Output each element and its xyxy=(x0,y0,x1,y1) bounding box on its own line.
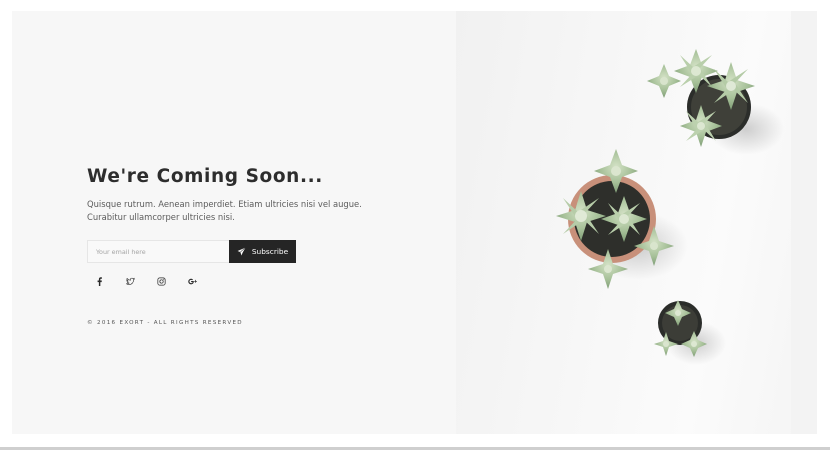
image-edge xyxy=(791,11,817,434)
google-plus-icon xyxy=(187,278,197,284)
email-input[interactable] xyxy=(87,240,229,263)
description-line: Quisque rutrum. Aenean imperdiet. Etiam … xyxy=(87,199,362,209)
instagram-icon xyxy=(156,276,166,286)
instagram-link[interactable] xyxy=(156,276,166,286)
succulents-illustration xyxy=(556,49,784,365)
paper-plane-icon xyxy=(237,247,246,256)
page-description: Quisque rutrum. Aenean imperdiet. Etiam … xyxy=(87,198,367,224)
page-title: We're Coming Soon... xyxy=(87,166,323,187)
facebook-icon xyxy=(97,276,102,286)
twitter-link[interactable] xyxy=(125,276,135,286)
subscribe-button-label: Subscribe xyxy=(251,247,289,256)
facebook-link[interactable] xyxy=(94,276,104,286)
description-line: Curabitur ullamcorper ultricies nisi. xyxy=(87,212,235,222)
subscribe-button[interactable]: Subscribe xyxy=(229,240,296,263)
subscribe-form: Subscribe xyxy=(87,240,296,263)
twitter-icon xyxy=(125,277,135,285)
page-frame: We're Coming Soon... Quisque rutrum. Aen… xyxy=(12,11,817,434)
google-plus-link[interactable] xyxy=(187,276,197,286)
content-panel: We're Coming Soon... Quisque rutrum. Aen… xyxy=(12,11,456,434)
hero-image xyxy=(456,11,817,434)
social-links xyxy=(94,276,197,286)
copyright-text: © 2016 EXORT - ALL RIGHTS RESERVED xyxy=(87,320,243,326)
